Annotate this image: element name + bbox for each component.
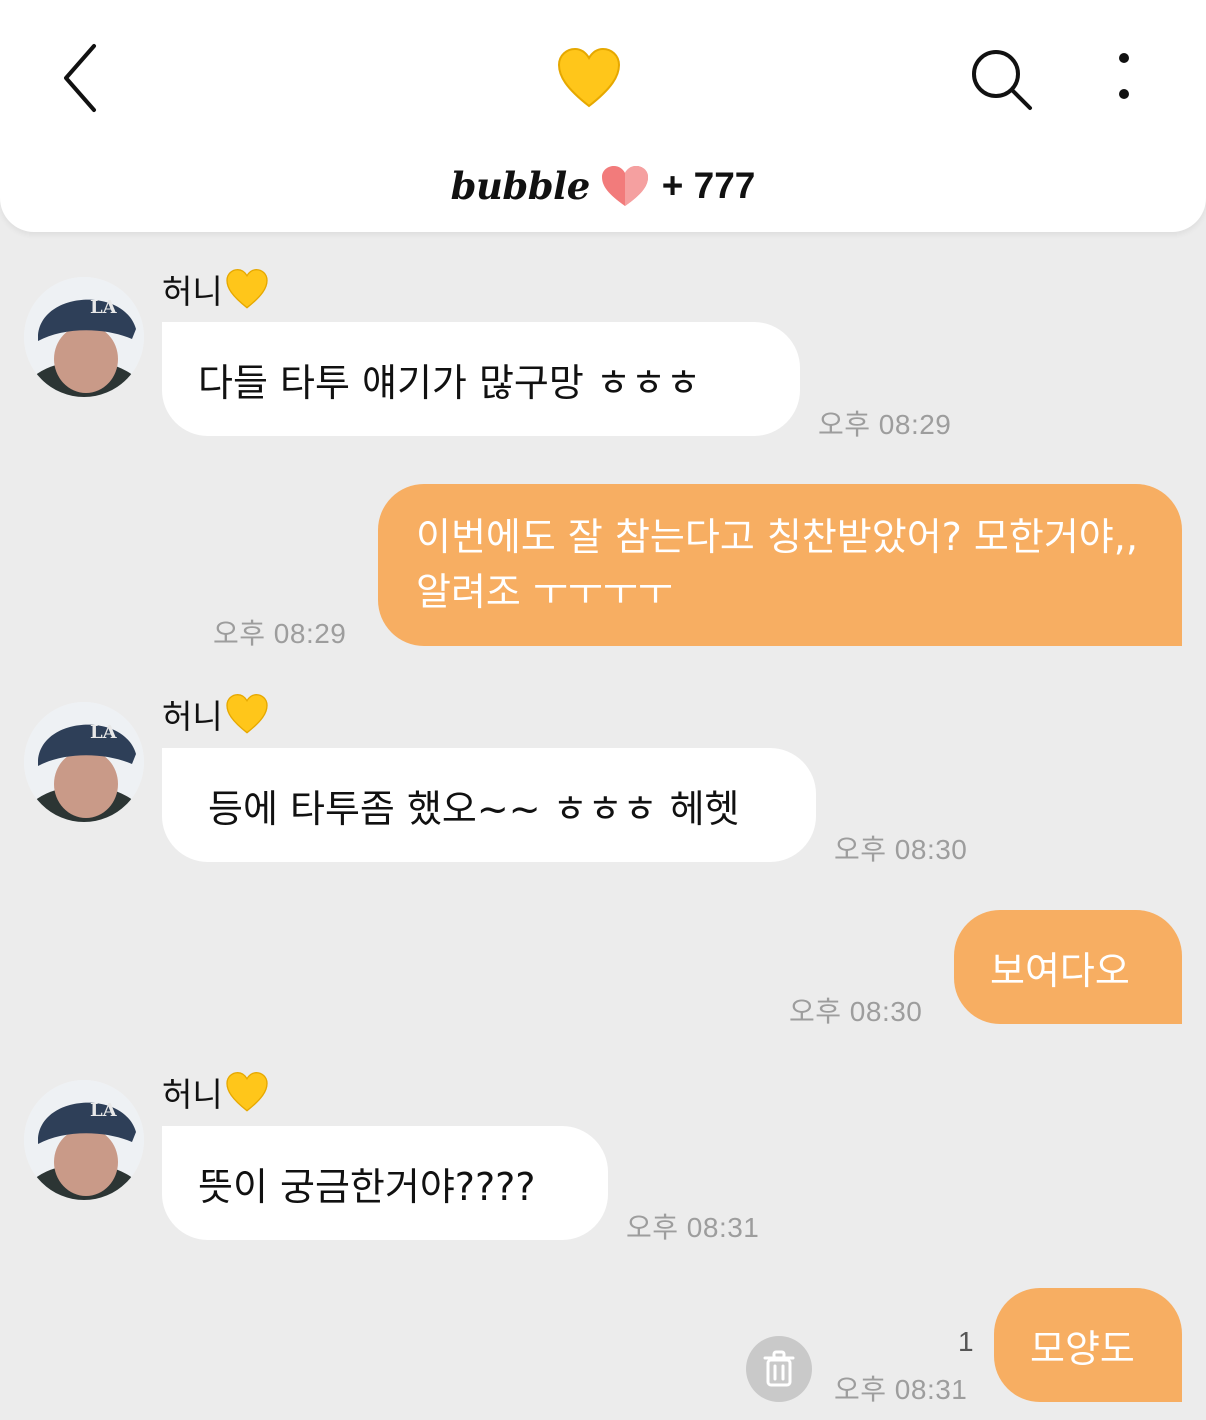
yellow-heart-icon — [226, 1071, 268, 1112]
message-bubble-outgoing[interactable]: 보여다오 — [954, 910, 1182, 1024]
message-time: 오후 08:31 — [834, 1374, 968, 1405]
sender-label: 허니 — [162, 272, 223, 311]
message-time: 오후 08:31 — [626, 1212, 760, 1243]
message-time: 오후 08:30 — [789, 996, 923, 1027]
more-options-button[interactable] — [1106, 46, 1142, 106]
sender-name: 허니 — [162, 1067, 269, 1117]
svg-text:LA: LA — [90, 722, 118, 743]
sender-label: 허니 — [162, 697, 223, 736]
message-text: 다들 타투 얘기가 많구망 ㅎㅎㅎ — [198, 360, 701, 405]
brand-bar: bubble + 777 — [0, 158, 1206, 214]
search-button[interactable] — [966, 46, 1036, 112]
delete-message-button[interactable] — [746, 1336, 812, 1402]
chevron-left-icon — [64, 44, 96, 112]
message-text: 이번에도 잘 참는다고 칭찬받았어? 모한거야,, 알려조 ㅜㅜㅜㅜ — [416, 514, 1138, 614]
yellow-heart-icon — [226, 268, 268, 309]
sender-label: 허니 — [162, 1075, 223, 1114]
message-text: 보여다오 — [990, 948, 1130, 993]
trash-icon — [763, 1350, 795, 1387]
svg-text:LA: LA — [90, 297, 118, 318]
message-text: 모양도 — [1030, 1326, 1135, 1371]
message-time: 오후 08:29 — [213, 618, 347, 649]
brand-name: bubble — [450, 164, 591, 208]
pink-heart-icon — [601, 166, 648, 206]
yellow-heart-icon — [226, 693, 268, 734]
unread-count: 1 — [958, 1326, 974, 1357]
back-button[interactable] — [52, 40, 112, 116]
message-bubble-outgoing[interactable]: 이번에도 잘 참는다고 칭찬받았어? 모한거야,, 알려조 ㅜㅜㅜㅜ — [378, 484, 1182, 646]
member-count: + 777 — [661, 165, 756, 206]
message-bubble-outgoing[interactable]: 모양도 — [994, 1288, 1182, 1402]
message-time: 오후 08:29 — [818, 409, 952, 440]
sender-name: 허니 — [162, 264, 269, 314]
more-vertical-icon — [1119, 53, 1129, 99]
message-bubble-incoming[interactable]: 다들 타투 얘기가 많구망 ㅎㅎㅎ — [162, 322, 800, 436]
avatar[interactable]: LA — [24, 277, 144, 397]
message-text: 등에 타투좀 했오~~ ㅎㅎㅎ 헤헷 — [208, 786, 740, 831]
message-bubble-incoming[interactable]: 뜻이 궁금한거야???? — [162, 1126, 608, 1240]
chat-header: bubble + 777 — [0, 0, 1206, 232]
message-bubble-incoming[interactable]: 등에 타투좀 했오~~ ㅎㅎㅎ 헤헷 — [162, 748, 816, 862]
message-time: 오후 08:30 — [834, 834, 968, 865]
message-text: 뜻이 궁금한거야???? — [198, 1164, 536, 1209]
sender-name: 허니 — [162, 689, 269, 739]
search-icon — [972, 50, 1032, 110]
yellow-heart-icon — [556, 46, 622, 110]
avatar[interactable]: LA — [24, 1080, 144, 1200]
avatar[interactable]: LA — [24, 702, 144, 822]
svg-text:LA: LA — [90, 1100, 118, 1121]
